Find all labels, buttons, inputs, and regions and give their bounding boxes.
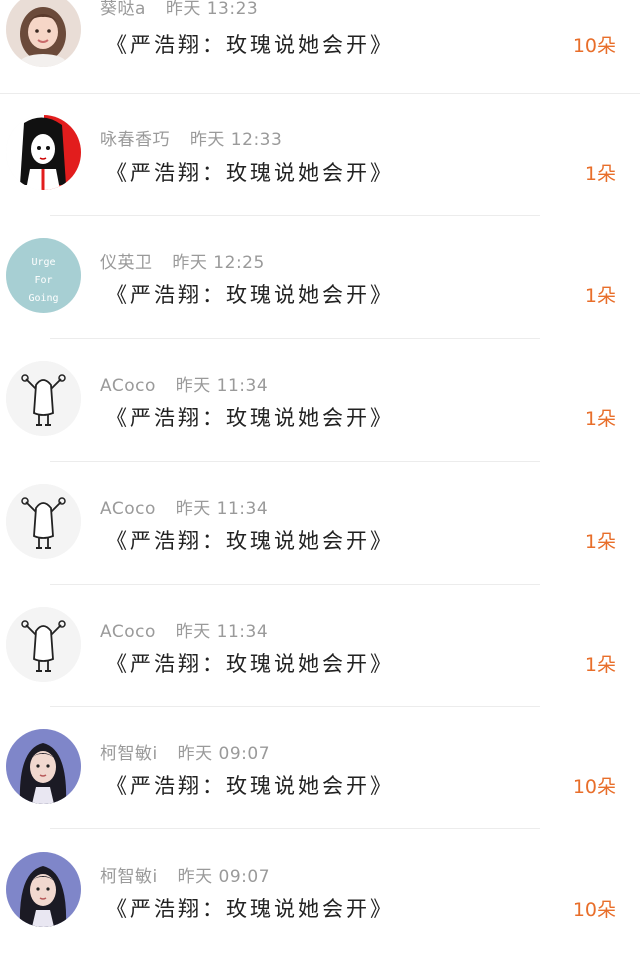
record-meta: ACoco 昨天 11:34 — [100, 617, 269, 642]
avatar[interactable] — [6, 115, 81, 190]
avatar[interactable] — [6, 0, 81, 67]
avatar-text-line: For — [34, 275, 52, 286]
gift-title[interactable]: 《严浩翔：玫瑰说她会开》 — [106, 279, 394, 309]
gift-title[interactable]: 《严浩翔：玫瑰说她会开》 — [106, 893, 394, 923]
avatar[interactable] — [6, 484, 81, 559]
record-meta: 仪英卫 昨天 12:25 — [100, 248, 265, 273]
list-item[interactable]: 柯智敏i 昨天 09:07 《严浩翔：玫瑰说她会开》 10朵 — [0, 852, 640, 975]
avatar-text-line: Urge — [31, 257, 55, 268]
doodle-figure-avatar-icon — [6, 361, 81, 436]
list-item[interactable]: 葵哒a 昨天 13:23 《严浩翔：玫瑰说她会开》 10朵 — [0, 0, 640, 115]
gift-title[interactable]: 《严浩翔：玫瑰说她会开》 — [106, 29, 394, 59]
list-item[interactable]: ACoco 昨天 11:34 《严浩翔：玫瑰说她会开》 1朵 — [0, 361, 640, 484]
user-name[interactable]: ACoco — [100, 622, 156, 642]
record-time: 昨天 09:07 — [177, 744, 271, 764]
user-name[interactable]: 柯智敏i — [100, 744, 158, 764]
user-name[interactable]: 咏春香巧 — [100, 130, 170, 150]
gift-count: 1朵 — [584, 163, 616, 185]
record-meta: ACoco 昨天 11:34 — [100, 494, 269, 519]
row-divider — [0, 93, 640, 94]
record-time: 昨天 11:34 — [175, 499, 269, 519]
row-divider — [50, 584, 540, 585]
record-meta: ACoco 昨天 11:34 — [100, 371, 269, 396]
user-name[interactable]: ACoco — [100, 499, 156, 519]
user-name[interactable]: ACoco — [100, 376, 156, 396]
gift-title[interactable]: 《严浩翔：玫瑰说她会开》 — [106, 770, 394, 800]
gift-record-list: 葵哒a 昨天 13:23 《严浩翔：玫瑰说她会开》 10朵 咏春香巧 昨天 12… — [0, 0, 640, 965]
record-meta: 柯智敏i 昨天 09:07 — [100, 739, 271, 764]
user-name[interactable]: 葵哒a — [100, 0, 146, 19]
record-time: 昨天 13:23 — [165, 0, 259, 19]
gift-count: 10朵 — [572, 35, 616, 57]
user-name[interactable]: 仪英卫 — [100, 253, 153, 273]
record-time: 昨天 11:34 — [175, 622, 269, 642]
list-item[interactable]: ACoco 昨天 11:34 《严浩翔：玫瑰说她会开》 1朵 — [0, 607, 640, 730]
girl-portrait-avatar-icon — [6, 852, 81, 927]
list-item[interactable]: 咏春香巧 昨天 12:33 《严浩翔：玫瑰说她会开》 1朵 — [0, 115, 640, 238]
gift-count: 1朵 — [584, 408, 616, 430]
list-item[interactable]: 柯智敏i 昨天 09:07 《严浩翔：玫瑰说她会开》 10朵 — [0, 729, 640, 852]
gift-count: 1朵 — [584, 654, 616, 676]
list-item[interactable]: ACoco 昨天 11:34 《严浩翔：玫瑰说她会开》 1朵 — [0, 484, 640, 607]
girl-photo-avatar-icon — [6, 0, 81, 67]
gift-count: 10朵 — [572, 776, 616, 798]
row-divider — [50, 461, 540, 462]
avatar[interactable]: Urge For Going — [6, 238, 81, 313]
doodle-figure-avatar-icon — [6, 607, 81, 682]
urge-for-going-text-avatar-icon: Urge For Going — [6, 238, 81, 313]
avatar[interactable] — [6, 729, 81, 804]
record-meta: 柯智敏i 昨天 09:07 — [100, 862, 271, 887]
avatar[interactable] — [6, 361, 81, 436]
row-divider — [50, 706, 540, 707]
avatar-text-line: Going — [28, 293, 58, 304]
row-divider — [50, 338, 540, 339]
doodle-figure-avatar-icon — [6, 484, 81, 559]
record-meta: 葵哒a 昨天 13:23 — [100, 0, 259, 19]
anime-girl-red-avatar-icon — [6, 115, 81, 190]
gift-title[interactable]: 《严浩翔：玫瑰说她会开》 — [106, 402, 394, 432]
list-item[interactable]: Urge For Going 仪英卫 昨天 12:25 《严浩翔：玫瑰说她会开》… — [0, 238, 640, 361]
record-time: 昨天 12:25 — [172, 253, 265, 273]
record-meta: 咏春香巧 昨天 12:33 — [100, 125, 283, 150]
gift-count: 1朵 — [584, 531, 616, 553]
gift-title[interactable]: 《严浩翔：玫瑰说她会开》 — [106, 157, 394, 187]
gift-title[interactable]: 《严浩翔：玫瑰说她会开》 — [106, 525, 394, 555]
record-time: 昨天 12:33 — [189, 130, 283, 150]
gift-count: 1朵 — [584, 285, 616, 307]
record-time: 昨天 09:07 — [177, 867, 271, 887]
user-name[interactable]: 柯智敏i — [100, 867, 158, 887]
row-divider — [50, 215, 540, 216]
avatar[interactable] — [6, 852, 81, 927]
gift-count: 10朵 — [572, 899, 616, 921]
row-divider — [50, 828, 540, 829]
gift-title[interactable]: 《严浩翔：玫瑰说她会开》 — [106, 648, 394, 678]
avatar[interactable] — [6, 607, 81, 682]
girl-portrait-avatar-icon — [6, 729, 81, 804]
record-time: 昨天 11:34 — [175, 376, 269, 396]
